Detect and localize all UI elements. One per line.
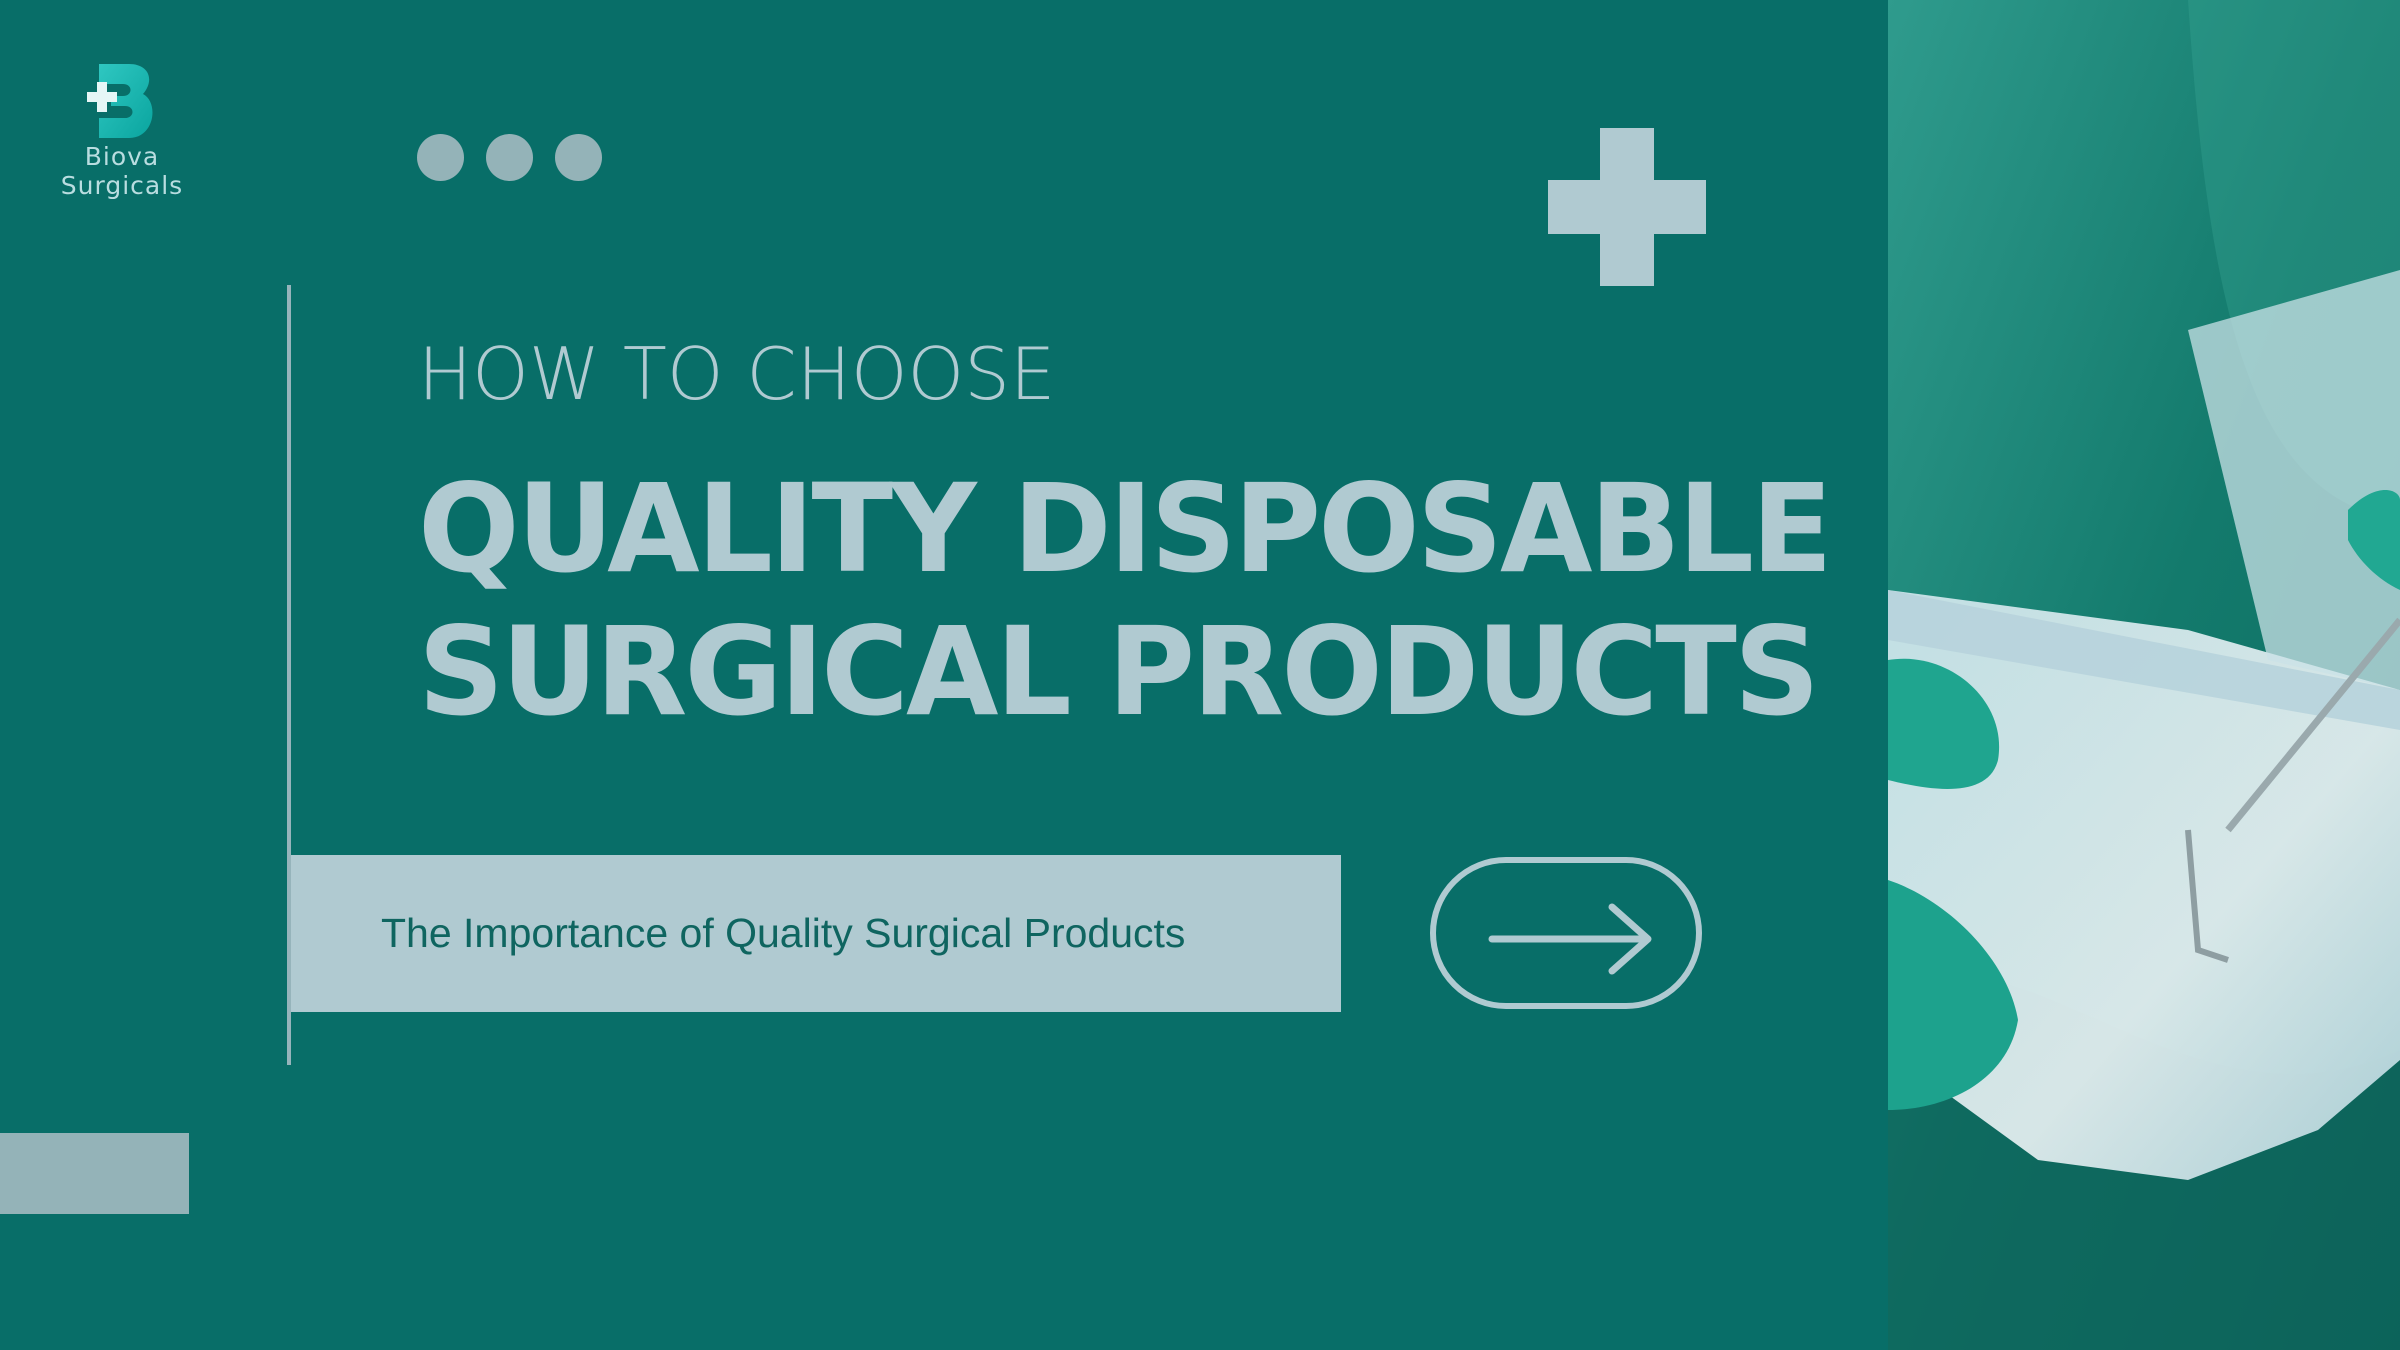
plus-icon [1548,128,1706,286]
brand-name-line2: Surgicals [60,171,184,200]
dot [417,134,464,181]
dot [486,134,533,181]
title-line-2: SURGICAL PRODUCTS [418,601,1820,743]
banner: Biova Surgicals HOW TO CHOOSE QUALITY DI… [0,0,2400,1350]
title-line-1: QUALITY DISPOSABLE [418,458,1833,600]
decorative-block [0,1133,189,1214]
subtitle-text: The Importance of Quality Surgical Produ… [381,910,1186,956]
subtitle-band: The Importance of Quality Surgical Produ… [291,855,1341,1012]
surgical-photo [1888,0,2400,1350]
heading-eyebrow: HOW TO CHOOSE [418,332,1056,416]
brand-name-line1: Biova [84,142,160,171]
decorative-dots [417,134,602,181]
dot [555,134,602,181]
next-arrow-button[interactable] [1430,857,1702,1009]
heading-title: QUALITY DISPOSABLE SURGICAL PRODUCTS [418,458,1833,744]
brand-logo[interactable]: Biova Surgicals [52,60,192,200]
cross-b-logo-icon [87,64,153,138]
arrow-right-icon [1488,903,1652,975]
